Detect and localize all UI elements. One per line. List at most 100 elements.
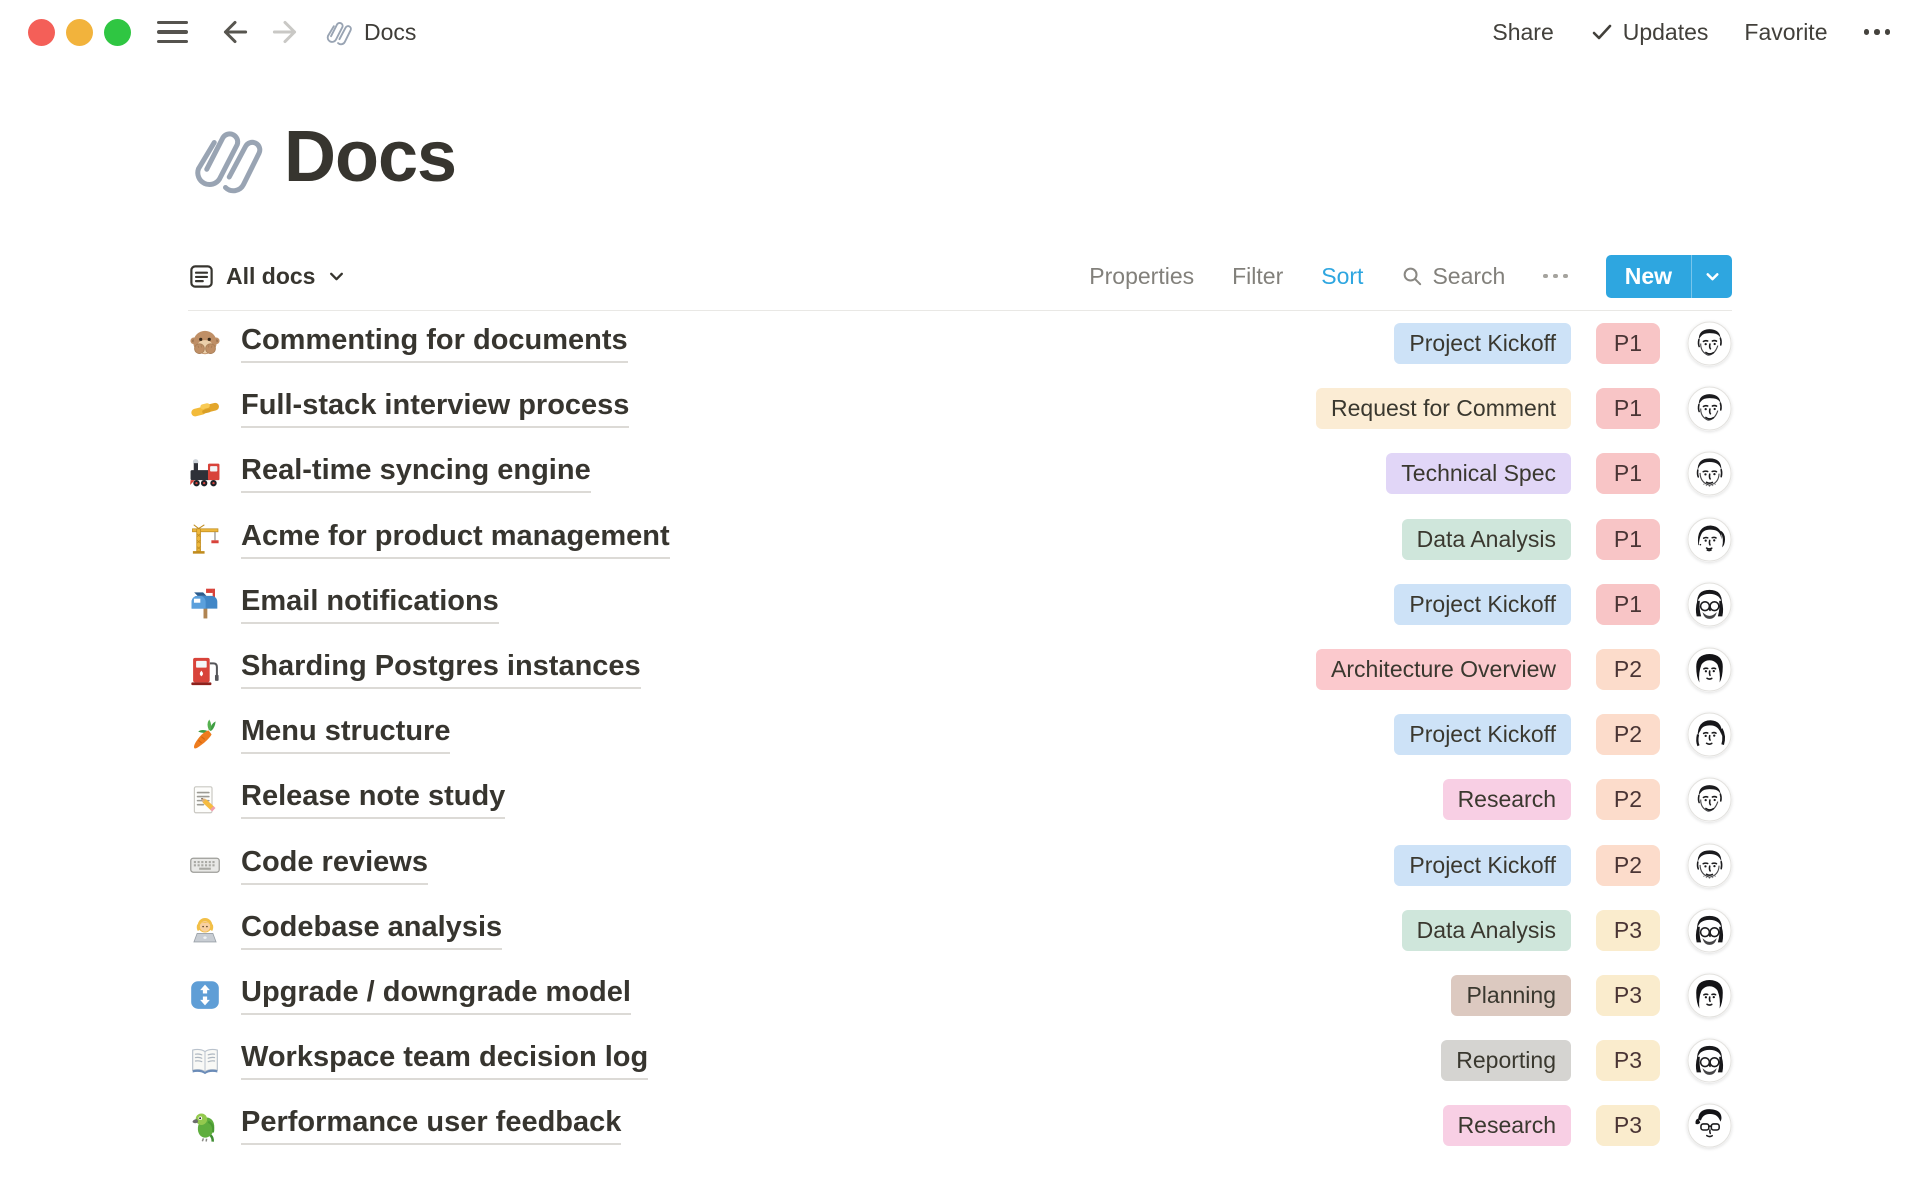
tag-pill[interactable]: Project Kickoff bbox=[1394, 323, 1571, 364]
avatar[interactable] bbox=[1687, 712, 1732, 757]
priority-pill[interactable]: P3 bbox=[1596, 910, 1660, 951]
fuelpump-icon bbox=[188, 653, 222, 687]
avatar[interactable] bbox=[1687, 321, 1732, 366]
priority-pill[interactable]: P1 bbox=[1596, 388, 1660, 429]
properties-button[interactable]: Properties bbox=[1089, 263, 1194, 290]
table-row[interactable]: Real-time syncing engine Technical Spec … bbox=[188, 441, 1732, 506]
priority-pill[interactable]: P2 bbox=[1596, 779, 1660, 820]
check-icon bbox=[1590, 20, 1614, 44]
page-title[interactable]: Docs bbox=[284, 120, 456, 196]
share-button[interactable]: Share bbox=[1492, 19, 1553, 46]
tag-pill[interactable]: Data Analysis bbox=[1402, 519, 1571, 560]
doc-title[interactable]: Code reviews bbox=[241, 846, 428, 885]
avatar[interactable] bbox=[1687, 908, 1732, 953]
avatar[interactable] bbox=[1687, 386, 1732, 431]
table-row[interactable]: Release note study Research P2 bbox=[188, 767, 1732, 832]
tag-pill[interactable]: Planning bbox=[1451, 975, 1571, 1016]
table-row[interactable]: Menu structure Project Kickoff P2 bbox=[188, 702, 1732, 767]
table-row[interactable]: Sharding Postgres instances Architecture… bbox=[188, 637, 1732, 702]
doc-title[interactable]: Upgrade / downgrade model bbox=[241, 976, 631, 1015]
avatar[interactable] bbox=[1687, 517, 1732, 562]
table-row[interactable]: Email notifications Project Kickoff P1 bbox=[188, 572, 1732, 637]
priority-pill[interactable]: P1 bbox=[1596, 453, 1660, 494]
avatar[interactable] bbox=[1687, 1103, 1732, 1148]
forward-arrow-icon[interactable] bbox=[268, 15, 302, 49]
updates-button[interactable]: Updates bbox=[1590, 19, 1709, 46]
priority-pill[interactable]: P1 bbox=[1596, 584, 1660, 625]
keyboard-icon bbox=[188, 848, 222, 882]
view-label: All docs bbox=[226, 263, 315, 290]
table-row[interactable]: Code reviews Project Kickoff P2 bbox=[188, 833, 1732, 898]
tag-pill[interactable]: Project Kickoff bbox=[1394, 845, 1571, 886]
close-window-button[interactable] bbox=[28, 19, 55, 46]
tag-pill[interactable]: Data Analysis bbox=[1402, 910, 1571, 951]
breadcrumb-title: Docs bbox=[364, 19, 416, 46]
avatar[interactable] bbox=[1687, 451, 1732, 496]
tag-pill[interactable]: Project Kickoff bbox=[1394, 584, 1571, 625]
table-row[interactable]: Performance user feedback Research P3 bbox=[188, 1093, 1732, 1158]
tag-pill[interactable]: Reporting bbox=[1441, 1040, 1571, 1081]
tag-pill[interactable]: Project Kickoff bbox=[1394, 714, 1571, 755]
view-more-options-icon[interactable] bbox=[1543, 274, 1567, 279]
priority-pill[interactable]: P1 bbox=[1596, 519, 1660, 560]
minimize-window-button[interactable] bbox=[66, 19, 93, 46]
view-switcher-all-docs[interactable]: All docs bbox=[188, 263, 345, 290]
back-arrow-icon[interactable] bbox=[218, 15, 252, 49]
priority-pill[interactable]: P3 bbox=[1596, 1040, 1660, 1081]
priority-pill[interactable]: P2 bbox=[1596, 714, 1660, 755]
new-button[interactable]: New bbox=[1606, 255, 1732, 298]
priority-pill[interactable]: P3 bbox=[1596, 1105, 1660, 1146]
doc-title[interactable]: Acme for product management bbox=[241, 520, 670, 559]
priority-pill[interactable]: P2 bbox=[1596, 845, 1660, 886]
avatar[interactable] bbox=[1687, 843, 1732, 888]
doc-title[interactable]: Real-time syncing engine bbox=[241, 454, 591, 493]
doc-title[interactable]: Sharding Postgres instances bbox=[241, 650, 641, 689]
doc-title[interactable]: Menu structure bbox=[241, 715, 450, 754]
sidebar-toggle-icon[interactable] bbox=[157, 21, 188, 43]
sort-button[interactable]: Sort bbox=[1321, 263, 1363, 290]
page-paperclips-icon[interactable] bbox=[188, 118, 268, 198]
updown-icon bbox=[188, 978, 222, 1012]
doc-title[interactable]: Workspace team decision log bbox=[241, 1041, 648, 1080]
search-button[interactable]: Search bbox=[1401, 263, 1505, 290]
table-row[interactable]: Codebase analysis Data Analysis P3 bbox=[188, 898, 1732, 963]
priority-pill[interactable]: P2 bbox=[1596, 649, 1660, 690]
technologist-icon bbox=[188, 913, 222, 947]
priority-pill[interactable]: P1 bbox=[1596, 323, 1660, 364]
table-row[interactable]: Acme for product management Data Analysi… bbox=[188, 507, 1732, 572]
mailbox-icon bbox=[188, 587, 222, 621]
avatar[interactable] bbox=[1687, 582, 1732, 627]
book-icon bbox=[188, 1044, 222, 1078]
table-row[interactable]: Workspace team decision log Reporting P3 bbox=[188, 1028, 1732, 1093]
doc-title[interactable]: Performance user feedback bbox=[241, 1106, 621, 1145]
chevron-down-icon bbox=[1704, 268, 1721, 285]
tag-pill[interactable]: Research bbox=[1443, 779, 1571, 820]
zoom-window-button[interactable] bbox=[104, 19, 131, 46]
doc-title[interactable]: Release note study bbox=[241, 780, 505, 819]
table-row[interactable]: Upgrade / downgrade model Planning P3 bbox=[188, 963, 1732, 1028]
memo-icon bbox=[188, 783, 222, 817]
tag-pill[interactable]: Architecture Overview bbox=[1316, 649, 1571, 690]
avatar[interactable] bbox=[1687, 777, 1732, 822]
table-row[interactable]: Commenting for documents Project Kickoff… bbox=[188, 311, 1732, 376]
doc-title[interactable]: Codebase analysis bbox=[241, 911, 502, 950]
doc-title[interactable]: Email notifications bbox=[241, 585, 499, 624]
favorite-button[interactable]: Favorite bbox=[1744, 19, 1827, 46]
monkey-icon bbox=[188, 327, 222, 361]
tag-pill[interactable]: Research bbox=[1443, 1105, 1571, 1146]
avatar[interactable] bbox=[1687, 647, 1732, 692]
breadcrumb[interactable]: Docs bbox=[324, 17, 416, 47]
tag-pill[interactable]: Request for Comment bbox=[1316, 388, 1571, 429]
more-options-icon[interactable] bbox=[1864, 29, 1891, 35]
paperclips-icon bbox=[324, 17, 354, 47]
doc-title[interactable]: Commenting for documents bbox=[241, 324, 628, 363]
avatar[interactable] bbox=[1687, 973, 1732, 1018]
doc-list: Commenting for documents Project Kickoff… bbox=[188, 311, 1732, 1158]
table-row[interactable]: Full-stack interview process Request for… bbox=[188, 376, 1732, 441]
avatar[interactable] bbox=[1687, 1038, 1732, 1083]
doc-title[interactable]: Full-stack interview process bbox=[241, 389, 629, 428]
priority-pill[interactable]: P3 bbox=[1596, 975, 1660, 1016]
tag-pill[interactable]: Technical Spec bbox=[1386, 453, 1571, 494]
new-button-dropdown[interactable] bbox=[1691, 255, 1732, 298]
filter-button[interactable]: Filter bbox=[1232, 263, 1283, 290]
